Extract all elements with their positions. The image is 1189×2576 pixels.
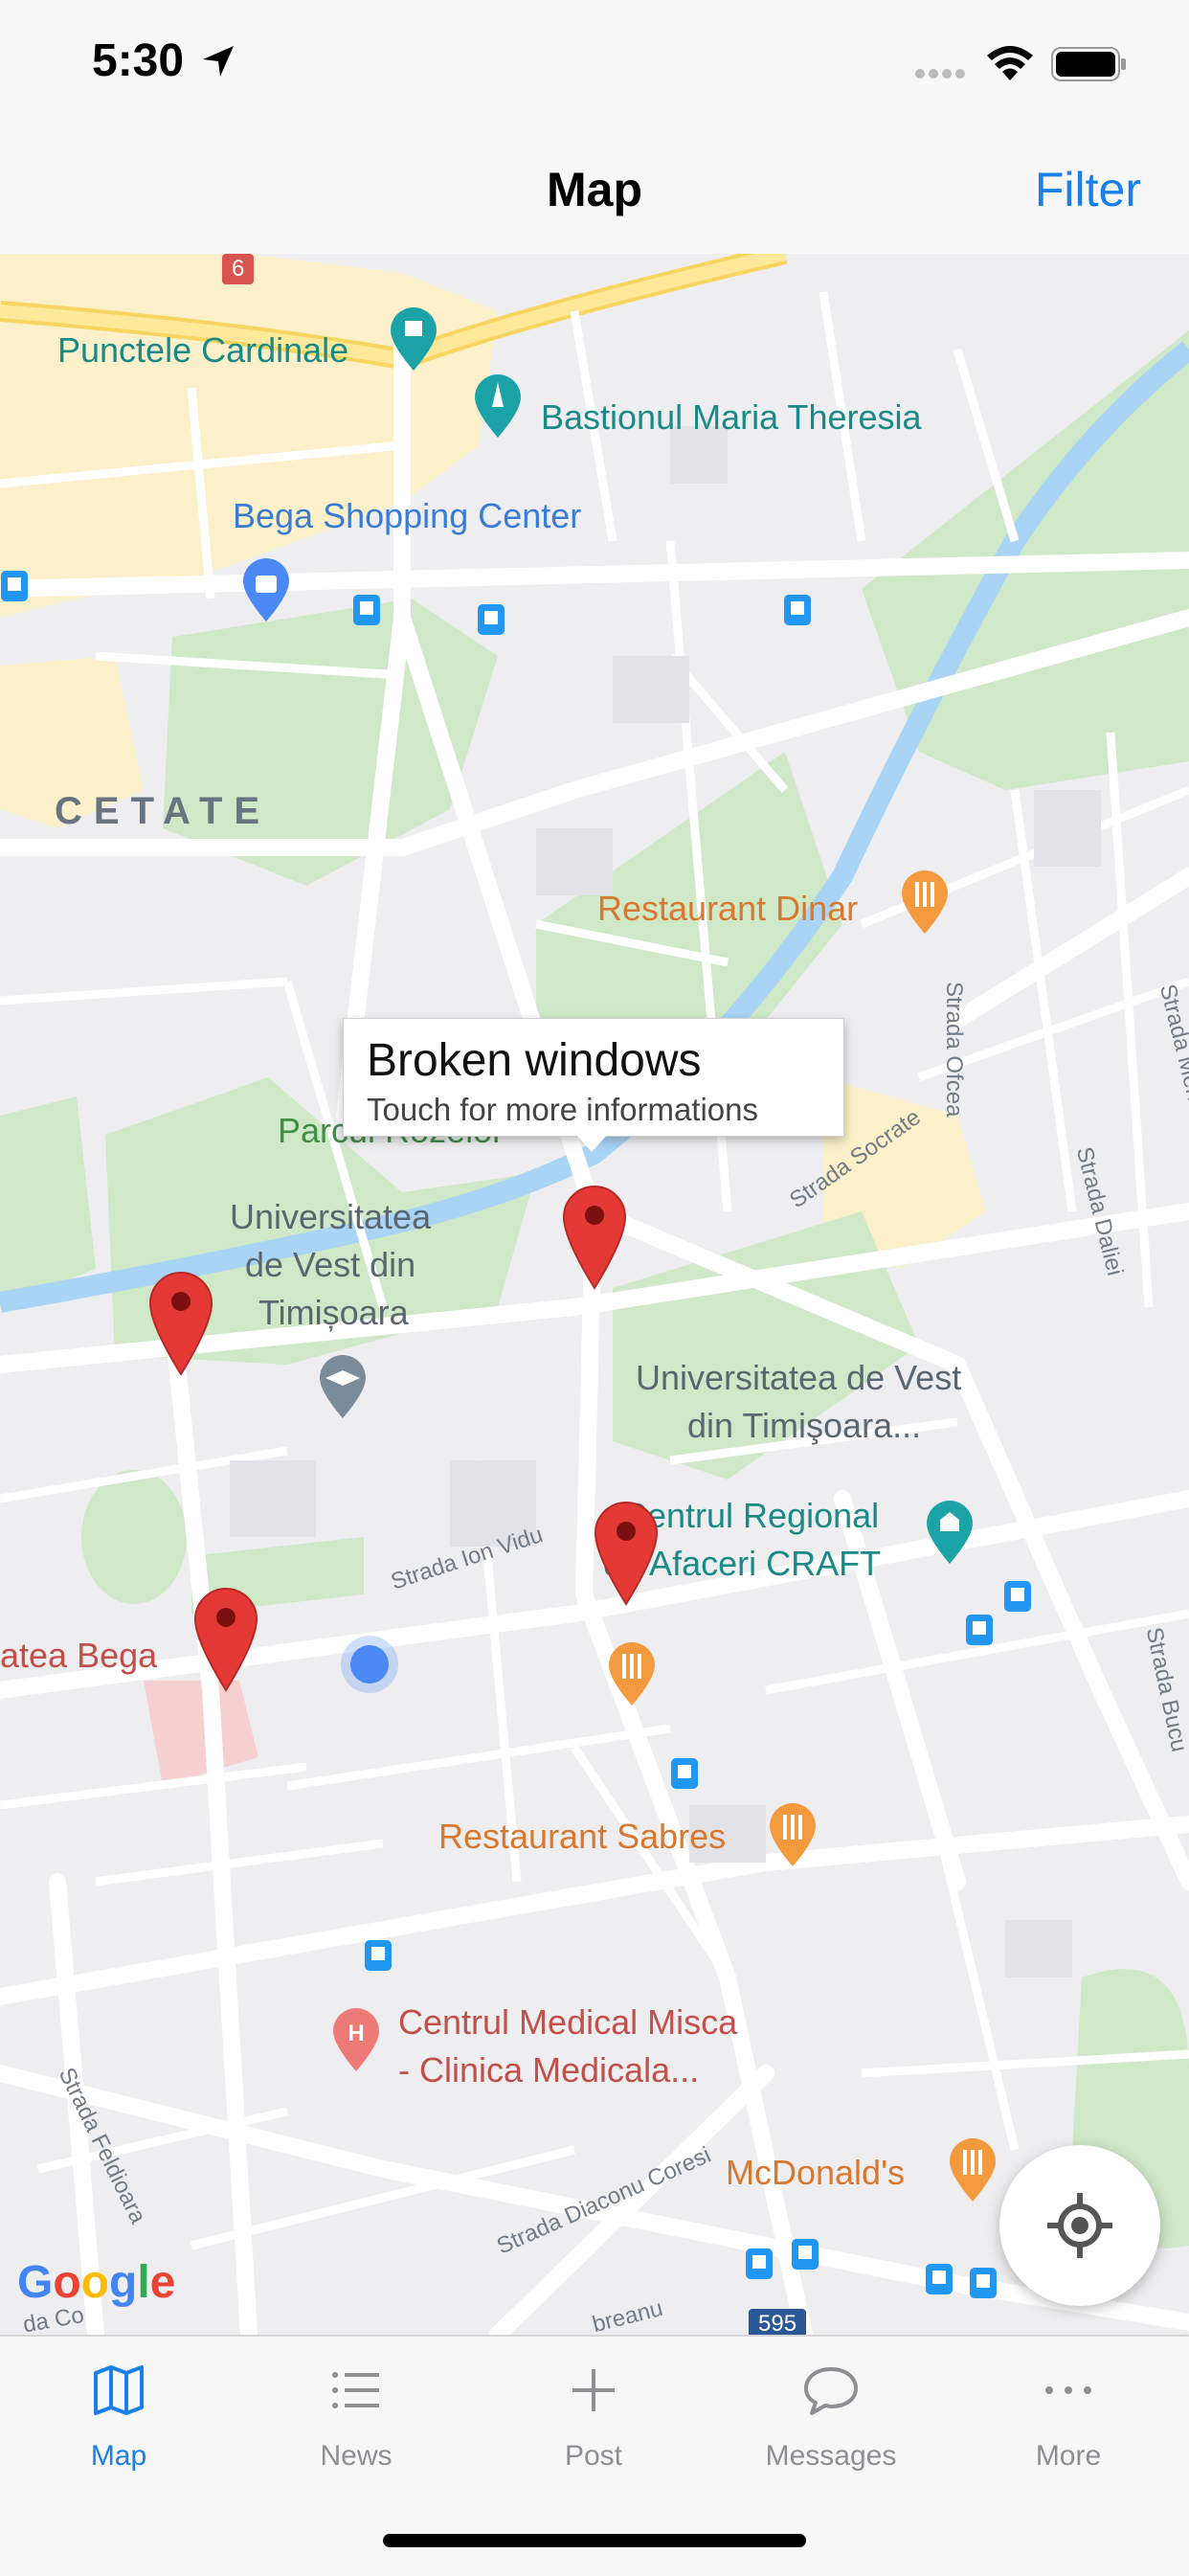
report-pin-icon[interactable] — [146, 1269, 215, 1376]
wifi-icon — [987, 46, 1033, 80]
tram-stop-icon[interactable] — [791, 2238, 819, 2271]
tram-stop-icon[interactable] — [364, 1939, 393, 1972]
tram-stop-icon[interactable] — [783, 594, 812, 626]
tram-stop-icon[interactable] — [925, 2263, 953, 2295]
user-location-dot — [341, 1636, 398, 1693]
tram-stop-icon[interactable] — [965, 1614, 994, 1646]
university-pin-icon[interactable] — [316, 1353, 370, 1420]
route-shield: 595 — [749, 2309, 807, 2335]
restaurant-pin-icon[interactable] — [898, 869, 952, 936]
map-label-university2-line2: din Timişoara... — [687, 1406, 922, 1445]
report-pin-icon[interactable] — [560, 1183, 629, 1290]
tram-stop-icon[interactable] — [745, 2248, 774, 2280]
route-shield: 6 — [222, 254, 255, 284]
page-title: Map — [547, 163, 642, 216]
map-label-university-line1: Universitatea — [230, 1197, 432, 1236]
tab-messages[interactable]: Messages — [712, 2337, 950, 2490]
report-pin-icon[interactable] — [191, 1585, 260, 1692]
map-icon — [94, 2365, 144, 2415]
map-label-university-line3: Timișoara — [258, 1293, 409, 1332]
map-label-district-cetate: CETATE — [55, 790, 272, 832]
list-icon — [332, 2372, 379, 2408]
map-label-university2-line1: Universitatea de Vest — [636, 1358, 962, 1397]
tab-post[interactable]: Post — [475, 2337, 712, 2490]
map-label-punctele-cardinale: Punctele Cardinale — [57, 330, 349, 370]
tram-stop-icon[interactable] — [477, 603, 505, 636]
monument-pin-icon[interactable] — [471, 373, 525, 440]
map-label-restaurant-dinar: Restaurant Dinar — [597, 889, 859, 928]
restaurant-pin-icon[interactable] — [946, 2136, 999, 2203]
plus-icon — [572, 2369, 615, 2411]
tab-label: News — [320, 2440, 393, 2472]
callout-title: Broken windows — [367, 1035, 702, 1086]
filter-button[interactable]: Filter — [1035, 162, 1141, 217]
home-indicator — [383, 2534, 806, 2547]
crosshair-icon — [1047, 2193, 1112, 2258]
battery-icon — [1051, 47, 1126, 81]
ellipsis-icon — [1045, 2386, 1091, 2394]
chat-bubble-icon — [804, 2367, 858, 2415]
tram-stop-icon[interactable] — [0, 570, 29, 602]
status-bar: 5:30 — [0, 0, 1189, 129]
tram-stop-icon[interactable] — [969, 2267, 998, 2299]
tram-stop-icon[interactable] — [352, 594, 381, 626]
map-label-mcdonalds: McDonald's — [726, 2153, 905, 2192]
map-label-bega-shopping-center: Bega Shopping Center — [233, 496, 582, 535]
map-label-misca-line2: - Clinica Medicala... — [398, 2050, 700, 2090]
map-label-bastionul: Bastionul Maria Theresia — [541, 397, 922, 437]
map-view[interactable]: H 6 595 Punctele Cardinale Bastionul Mar… — [0, 254, 1189, 2335]
tab-label: More — [1035, 2440, 1102, 2472]
cellular-signal-icon — [915, 69, 965, 79]
restaurant-pin-icon[interactable] — [605, 1640, 659, 1707]
tram-stop-icon[interactable] — [670, 1757, 699, 1790]
map-label-restaurant-sabres: Restaurant Sabres — [438, 1817, 727, 1856]
tab-label: Messages — [765, 2440, 897, 2472]
status-time: 5:30 — [92, 35, 185, 86]
shopping-bag-pin-icon[interactable] — [239, 556, 293, 623]
restaurant-pin-icon[interactable] — [766, 1801, 819, 1868]
tab-news[interactable]: News — [237, 2337, 475, 2490]
map-label-misca-line1: Centrul Medical Misca — [398, 2002, 738, 2042]
callout-tail — [574, 1133, 609, 1152]
svg-text:H: H — [348, 2021, 364, 2046]
tab-map[interactable]: Map — [0, 2337, 237, 2490]
navigation-bar: Map Filter — [0, 129, 1189, 256]
building-pin-icon[interactable] — [923, 1499, 976, 1566]
tab-label: Map — [90, 2440, 147, 2472]
street-label-ofcea: Strada Ofcea — [941, 982, 967, 1118]
tab-label: Post — [564, 2440, 623, 2472]
tourist-attraction-pin-icon[interactable] — [387, 305, 440, 373]
my-location-button[interactable] — [999, 2145, 1160, 2306]
report-pin-icon[interactable] — [592, 1499, 661, 1606]
map-label-craft-line1: Centrul Regional — [622, 1496, 880, 1535]
location-arrow-icon — [203, 46, 234, 77]
tab-more[interactable]: More — [950, 2337, 1187, 2490]
tram-stop-icon[interactable] — [1003, 1580, 1032, 1613]
hospital-pin-icon[interactable]: H — [329, 2006, 383, 2073]
map-label-university-line2: de Vest din — [245, 1245, 416, 1284]
map-label-bega: atea Bega — [0, 1636, 158, 1675]
info-callout[interactable]: Broken windows Touch for more informatio… — [343, 1018, 844, 1137]
callout-subtitle: Touch for more informations — [367, 1092, 759, 1127]
google-logo: Google — [17, 2257, 176, 2308]
